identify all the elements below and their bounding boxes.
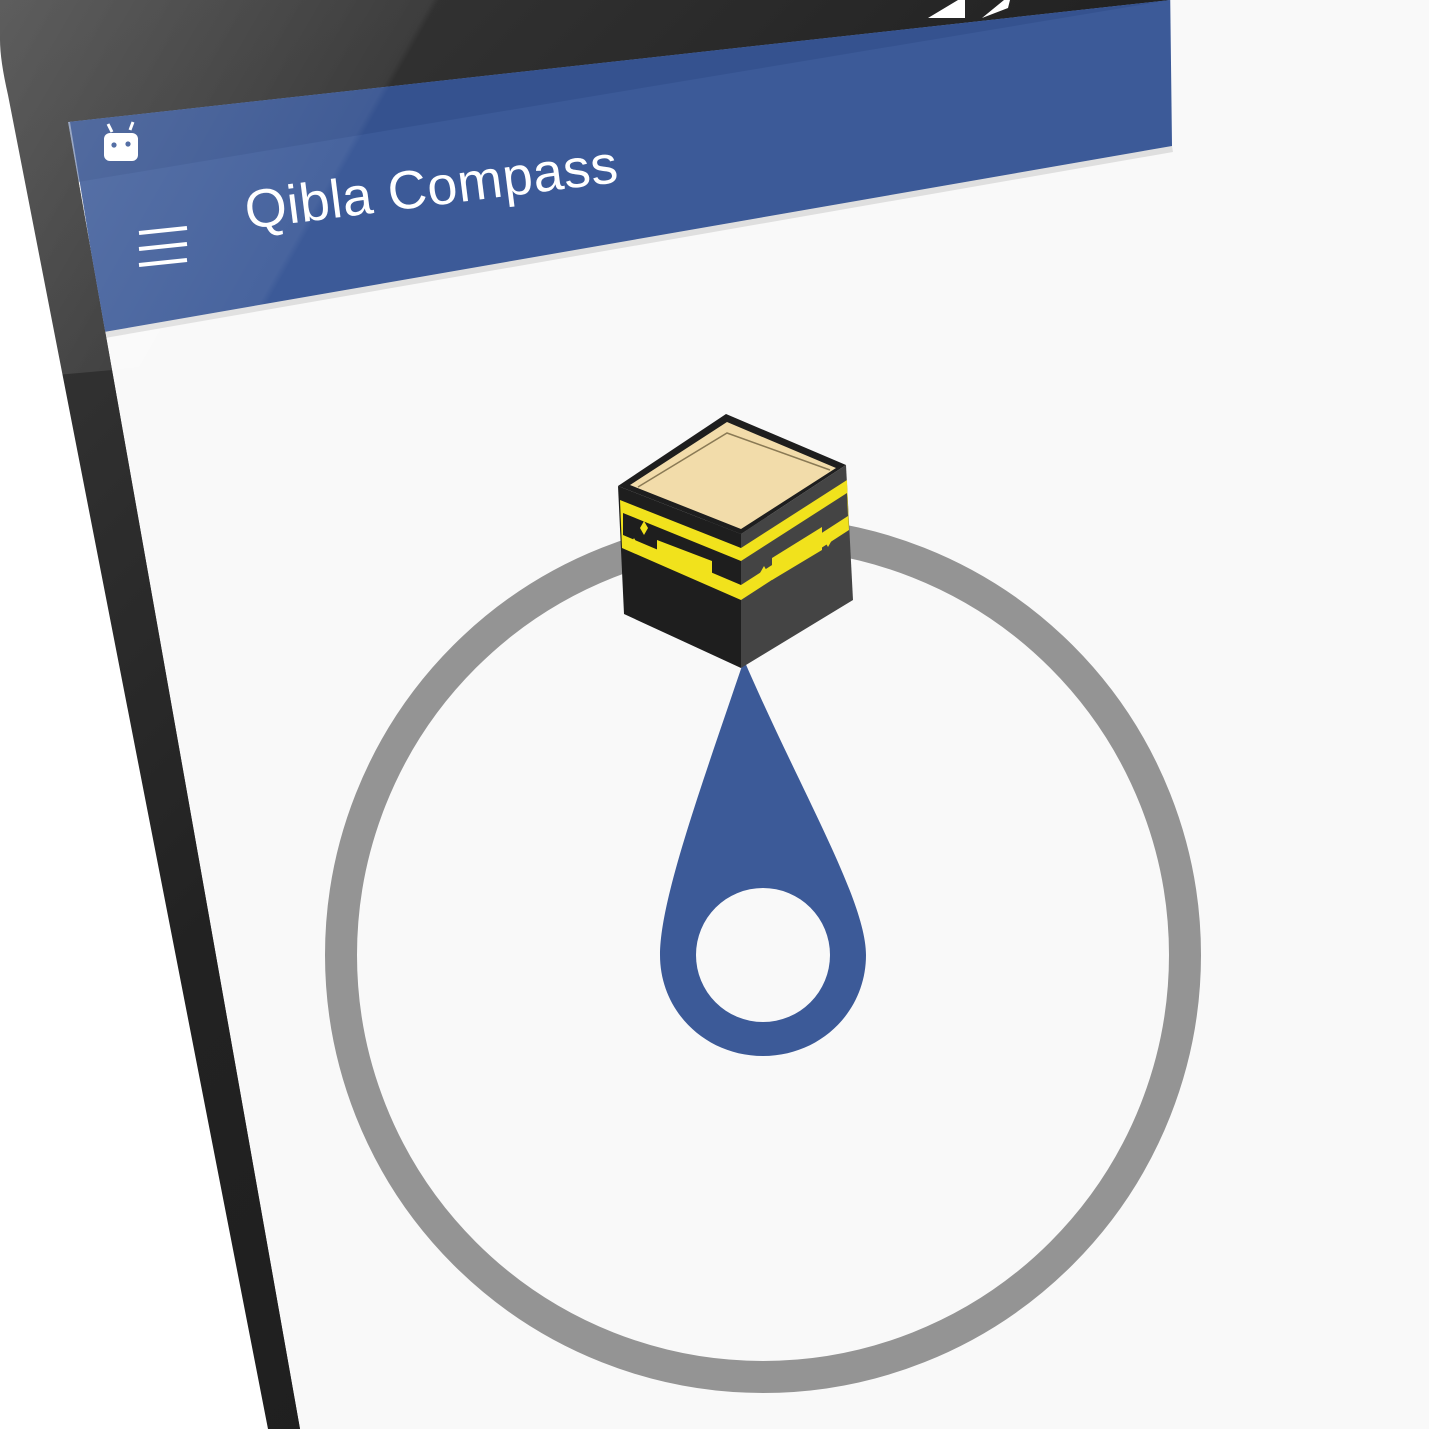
device-mockup: Qibla Compass (0, 0, 1429, 1429)
phone-svg (0, 0, 1429, 1429)
menu-button[interactable] (128, 218, 198, 278)
pin-hole (696, 888, 830, 1022)
hamburger-menu-icon (138, 226, 188, 267)
